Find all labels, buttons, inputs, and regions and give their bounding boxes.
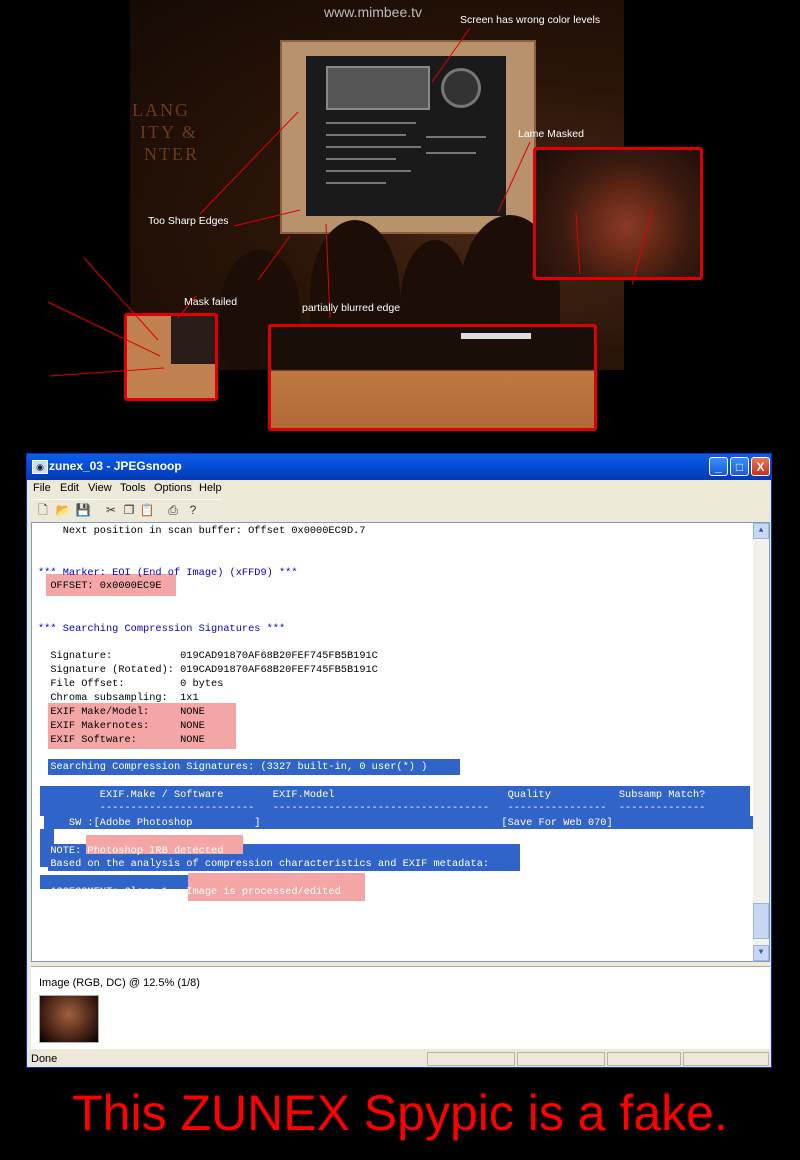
log-line: Next position in scan buffer: Offset 0x0… (38, 525, 366, 537)
app-icon: ◉ (32, 460, 48, 474)
image-caption: Image (RGB, DC) @ 12.5% (1/8) (39, 977, 200, 989)
menu-tools[interactable]: Tools (120, 482, 146, 494)
status-panel (683, 1052, 769, 1066)
menu-bar: File Edit View Tools Options Help (27, 480, 771, 498)
headline: This ZUNEX Spypic is a fake. (72, 1085, 728, 1141)
cut-icon[interactable]: ✂ (103, 502, 119, 518)
log-signature-rotated: Signature (Rotated): 019CAD91870AF68B20F… (38, 664, 378, 676)
log-note: NOTE: Photoshop IRB detected (38, 845, 224, 857)
print-icon[interactable]: ⎙ (165, 502, 181, 518)
close-button[interactable]: X (751, 457, 770, 476)
image-thumbnail[interactable] (39, 995, 99, 1043)
maximize-button[interactable]: □ (730, 457, 749, 476)
menu-view[interactable]: View (88, 482, 112, 494)
help-icon[interactable]: ? (185, 502, 201, 518)
new-icon[interactable]: 🗋 (35, 502, 51, 518)
log-exif-software: EXIF Software: NONE (38, 734, 205, 746)
annotation-wrong-color: Screen has wrong color levels (460, 14, 601, 26)
log-table-rule: ------------------------- --------------… (38, 802, 706, 814)
image-preview-pane: Image (RGB, DC) @ 12.5% (1/8) (31, 966, 770, 1049)
vertical-scrollbar[interactable]: ▲ ▼ (753, 523, 769, 961)
log-signature: Signature: 019CAD91870AF68B20FEF745FB5B1… (38, 650, 378, 662)
log-table-row: SW :[Adobe Photoshop ] [Save For Web 070… (38, 817, 613, 829)
scroll-thumb[interactable] (753, 903, 769, 939)
menu-help[interactable]: Help (199, 482, 222, 494)
title-bar[interactable]: ◉ zunex_03 - JPEGsnoop _ □ X (27, 454, 771, 480)
log-file-offset: File Offset: 0 bytes (38, 678, 224, 690)
log-exif-makernotes: EXIF Makernotes: NONE (38, 720, 205, 732)
log-marker-eoi: *** Marker: EOI (End of Image) (xFFD9) *… (38, 567, 298, 579)
annotation-blurred-edge: partially blurred edge (302, 302, 401, 314)
save-icon[interactable]: 💾 (75, 502, 91, 518)
log-based-on: Based on the analysis of compression cha… (38, 858, 490, 870)
annotation-arrows (47, 27, 653, 377)
log-table-header: EXIF.Make / Software EXIF.Model Quality … (38, 789, 706, 801)
annotation-sharp-edges: Too Sharp Edges (148, 215, 229, 227)
log-search-header: *** Searching Compression Signatures *** (38, 623, 286, 635)
scroll-up-icon[interactable]: ▲ (753, 523, 769, 539)
minimize-button[interactable]: _ (709, 457, 728, 476)
jpegsnoop-window: ◉ zunex_03 - JPEGsnoop _ □ X File Edit V… (26, 453, 772, 1068)
window-title: zunex_03 - JPEGsnoop (49, 459, 182, 473)
paste-icon[interactable]: 📋 (139, 502, 155, 518)
status-bar: Done (27, 1051, 771, 1068)
menu-file[interactable]: File (33, 482, 51, 494)
open-icon[interactable]: 📂 (55, 502, 71, 518)
copy-icon[interactable]: ❐ (121, 502, 137, 518)
log-searching: Searching Compression Signatures: (3327 … (38, 761, 428, 773)
log-assessment: ASSESSMENT: Class 1 - Image is processed… (38, 886, 341, 898)
status-panel (517, 1052, 605, 1066)
annotation-mask-failed: Mask failed (184, 296, 238, 308)
status-text: Done (31, 1053, 58, 1065)
log-chroma: Chroma subsampling: 1x1 (38, 692, 199, 704)
menu-options[interactable]: Options (154, 482, 192, 494)
menu-edit[interactable]: Edit (60, 482, 79, 494)
log-offset: OFFSET: 0x0000EC9E (38, 580, 162, 592)
log-exif-make: EXIF Make/Model: NONE (38, 706, 205, 718)
log-output[interactable]: Next position in scan buffer: Offset 0x0… (31, 522, 770, 962)
annotation-lame-masked: Lame Masked (518, 128, 584, 140)
toolbar: 🗋 📂 💾 ✂ ❐ 📋 ⎙ ? (31, 499, 221, 520)
scroll-down-icon[interactable]: ▼ (753, 945, 769, 961)
status-panel (607, 1052, 681, 1066)
status-panel (427, 1052, 515, 1066)
